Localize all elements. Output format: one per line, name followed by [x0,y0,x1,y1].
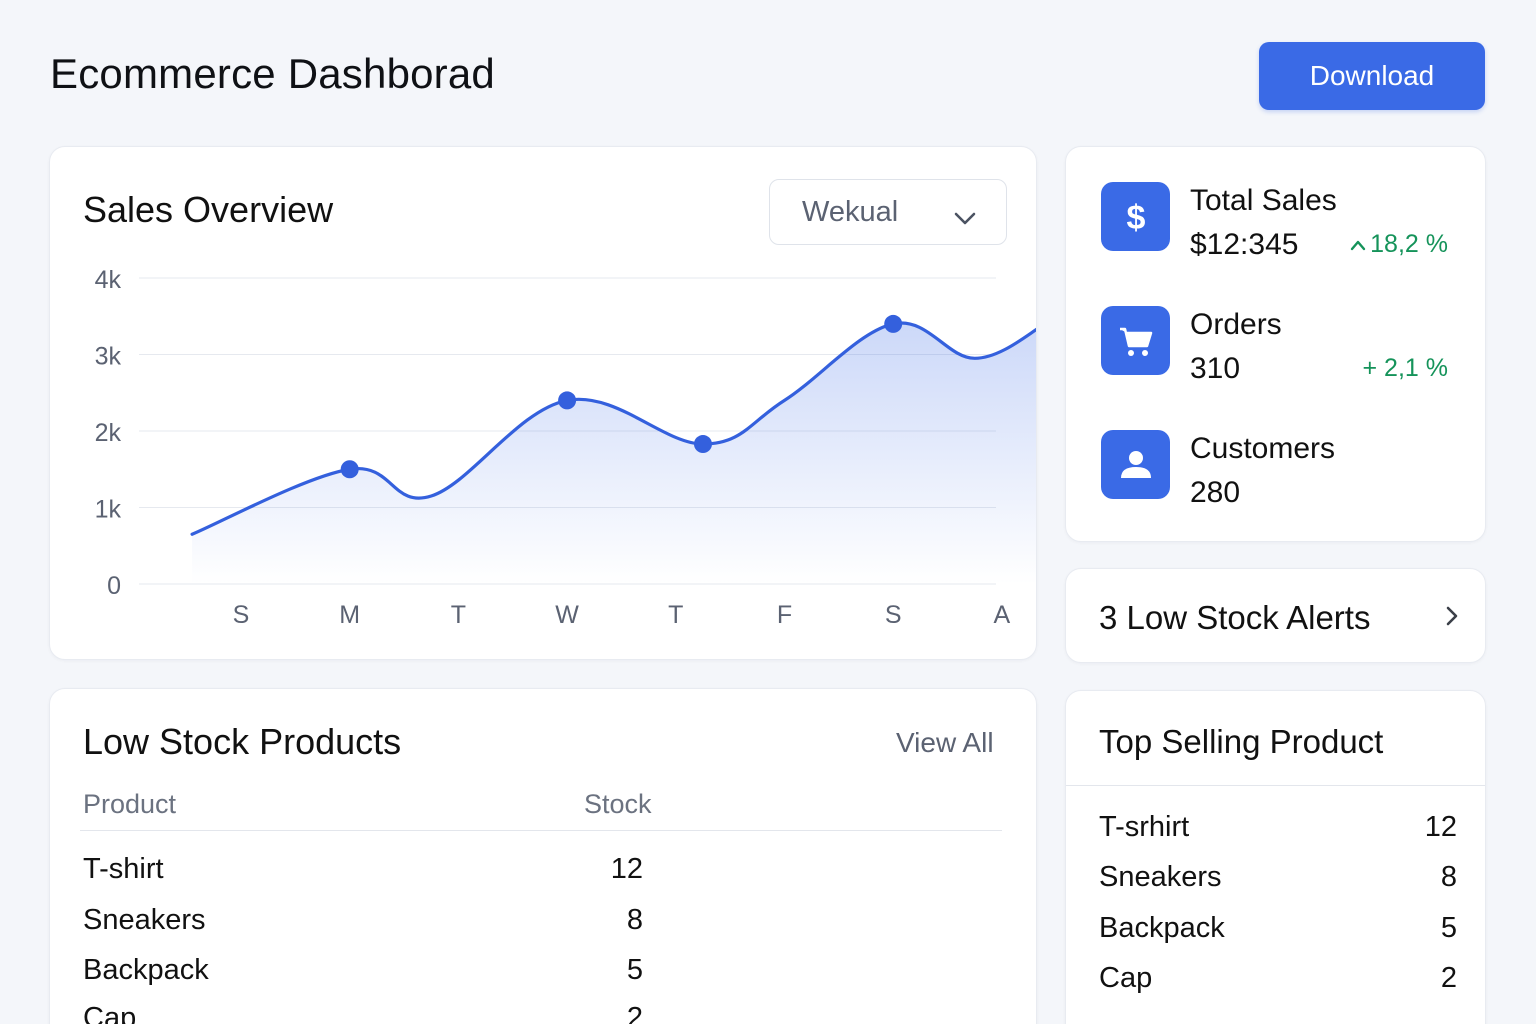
table-row[interactable]: T-shirt 12 [83,853,643,893]
table-row[interactable]: Backpack 5 [83,954,643,994]
stat-customers[interactable]: Customers 280 [1101,430,1461,509]
product-name: T-shirt [83,853,164,885]
x-tick-label: S [233,601,250,629]
stat-delta-value: 18,2 % [1370,230,1448,258]
y-tick-label: 3k [95,343,122,371]
y-tick-label: 1k [95,496,122,524]
data-point[interactable] [884,314,903,333]
list-item[interactable]: T-srhirt 12 [1099,811,1457,851]
chevron-right-icon [1445,605,1459,632]
view-all-link[interactable]: View All [896,727,994,759]
product-name: Backpack [1099,912,1225,944]
user-icon [1101,430,1170,499]
product-qty: 5 [1440,912,1457,944]
y-tick-label: 4k [95,266,122,294]
x-tick-label: A [994,601,1011,629]
stat-label: Total Sales [1190,184,1337,217]
column-header-stock: Stock [584,789,652,819]
product-name: Cap [83,1002,137,1024]
data-point[interactable] [340,460,359,479]
product-name: Sneakers [83,904,206,936]
page-title: Ecommerce Dashborad [50,50,495,97]
product-name: T-srhirt [1099,811,1190,843]
stat-value: 280 [1190,476,1241,509]
x-tick-label: T [451,601,466,629]
stat-label: Orders [1190,308,1282,341]
sales-overview-card: Sales Overview Wekual 0 1k 2k 3k 4k SMTWTFSA [49,146,1037,660]
sales-area [192,322,1036,584]
data-point[interactable] [558,391,577,410]
arrow-up-icon [1350,241,1366,251]
list-item[interactable]: Cap 2 [1099,962,1457,1002]
stat-delta: 18,2 % [1350,230,1448,259]
x-tick-label: T [668,601,683,629]
low-stock-alerts-card[interactable]: 3 Low Stock Alerts [1065,568,1486,663]
column-header-product: Product [83,789,177,819]
dollar-icon: $ [1101,182,1170,251]
download-button[interactable]: Download [1259,42,1485,110]
product-qty: 2 [1440,962,1457,994]
product-stock: 12 [610,853,643,885]
product-stock: 5 [626,954,643,986]
x-tick-label: F [777,601,792,629]
product-name: Backpack [83,954,209,986]
product-qty: 12 [1424,811,1457,843]
x-tick-label: W [555,601,579,629]
stat-delta: + 2,1 % [1362,354,1448,382]
low-stock-products-card: Low Stock Products View All Product Stoc… [49,688,1037,1024]
sales-chart: 0 1k 2k 3k 4k S M T W T F S A [95,266,1036,629]
stat-label: Customers [1190,432,1336,465]
stat-value: $12:345 [1190,228,1299,261]
product-stock: 2 [626,1002,643,1024]
product-qty: 8 [1440,861,1457,893]
cart-icon [1101,306,1170,375]
data-point[interactable] [693,435,712,454]
svg-text:$: $ [1126,199,1145,237]
header-divider [80,830,1002,831]
divider [1066,785,1485,786]
list-item[interactable]: Backpack 5 [1099,912,1457,952]
stat-value: 310 [1190,352,1241,385]
table-row[interactable]: Sneakers 8 [83,904,643,944]
stats-card: $ Total Sales $12:345 18,2 % Orders 310 … [1065,146,1486,542]
low-stock-title: Low Stock Products [83,721,402,762]
top-selling-card: Top Selling Product T-srhirt 12 Sneakers… [1065,690,1486,1024]
product-stock: 8 [626,904,643,936]
stat-total-sales[interactable]: $ Total Sales $12:345 18,2 % [1101,182,1461,261]
product-name: Sneakers [1099,861,1222,893]
list-item[interactable]: Sneakers 8 [1099,861,1457,901]
low-stock-alerts-text: 3 Low Stock Alerts [1099,599,1371,636]
y-tick-label: 2k [95,419,122,447]
x-tick-label: M [339,601,360,629]
y-tick-label: 0 [107,572,121,600]
x-tick-label: S [885,601,902,629]
product-name: Cap [1099,962,1153,994]
stat-orders[interactable]: Orders 310 + 2,1 % [1101,306,1461,385]
top-selling-title: Top Selling Product [1099,723,1384,760]
table-row[interactable]: Cap 2 [83,1002,643,1024]
